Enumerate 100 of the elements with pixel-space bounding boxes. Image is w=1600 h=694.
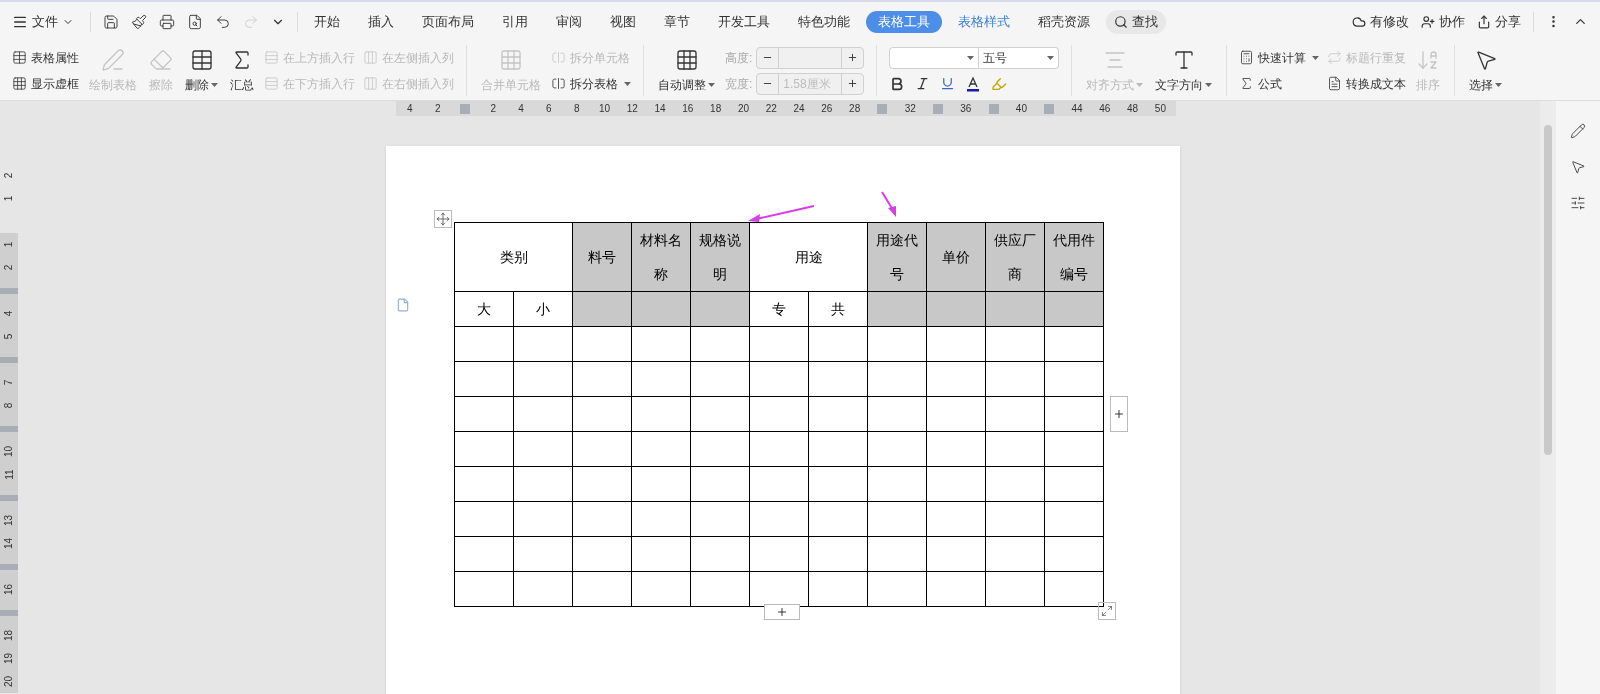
ruler-number: 1 [2,195,16,202]
table-cell [808,571,868,607]
table-cell [926,466,986,502]
plus-icon [847,52,859,63]
split-icon [551,76,566,91]
field-label: 高度: [725,49,753,67]
table-cell [572,466,632,502]
ribbon-tab[interactable]: 插入 [356,10,406,33]
table-cell [631,536,691,572]
ribbon-tab[interactable]: 稻壳资源 [1026,10,1102,33]
table-cell: 专 [749,291,809,327]
table-cell [749,536,809,572]
ribbon-button[interactable]: 快速计算 [1239,46,1320,69]
table-cell [926,326,986,362]
ruler-number: 14 [2,537,16,550]
ribbon-button[interactable]: 转换成文本 [1327,72,1407,95]
table-cell [631,431,691,467]
spinner-field[interactable] [756,46,865,69]
table-cell [926,396,986,432]
table-cell [513,571,573,607]
ruler-number: 40 [1014,102,1028,116]
ribbon-button[interactable]: 表格属性 [12,46,79,69]
ribbon-button[interactable]: 拆分表格 [551,72,631,95]
ribbon-button[interactable]: 删除 [179,41,224,100]
ruler-number: 8 [2,402,16,409]
ribbon-tab[interactable]: 页面布局 [410,10,486,33]
table-cell [985,361,1045,397]
ribbon-tab[interactable]: 视图 [598,10,648,33]
table-cell [631,361,691,397]
ruler-number: 46 [1098,102,1112,116]
ruler-number: 20 [736,102,750,116]
toolbar-action[interactable]: 有修改 [1352,11,1409,32]
table-cell [749,431,809,467]
table-cell [690,431,750,467]
table-cell [631,571,691,607]
table-cell [631,396,691,432]
pointer-icon[interactable] [1570,159,1586,175]
table-cell [454,396,514,432]
ruler-number: 24 [792,102,806,116]
table-cell [749,326,809,362]
ribbon-tab[interactable]: 开发工具 [706,10,782,33]
format-painter-icon[interactable] [131,13,147,30]
printer-icon[interactable] [159,13,175,30]
pencil-icon[interactable] [1570,123,1586,139]
eraser-icon [149,47,173,72]
ruler-number: 7 [2,379,16,386]
resize-handle-icon[interactable] [1098,602,1116,620]
ruler-number: 44 [1070,102,1084,116]
font-color-icon[interactable] [965,75,982,92]
caret-icon [967,55,975,60]
ribbon-button[interactable]: 汇总 [224,41,260,100]
ribbon-button[interactable]: 文字方向 [1149,41,1219,100]
settings-icon[interactable] [1570,195,1586,211]
table-cell [867,501,927,537]
grid-icon [674,47,699,72]
ruler-number: 1 [2,241,16,248]
add-column-button[interactable] [1110,396,1128,432]
ruler-marker [0,356,18,363]
ribbon-button[interactable]: 选择 [1463,41,1509,100]
table-cell [985,571,1045,607]
search-button[interactable]: 查找 [1106,9,1166,34]
table-cell [690,501,750,537]
table-cell: 类别 [454,222,573,292]
ruler-marker [0,287,18,294]
underline-icon[interactable] [940,76,956,91]
ribbon-button[interactable]: 自动调整 [652,41,721,100]
ribbon-button[interactable]: 公式 [1239,72,1320,95]
print-preview-icon[interactable] [187,13,203,30]
toolbar-action[interactable]: 协作 [1421,11,1465,32]
scrollbar-thumb[interactable] [1544,125,1552,455]
italic-icon[interactable] [915,76,931,91]
ribbon-tab[interactable]: 开始 [302,10,352,33]
user-icon [1421,14,1435,29]
table-cell [454,326,514,362]
move-handle-icon[interactable] [434,210,452,228]
ribbon-tab[interactable]: 审阅 [544,10,594,33]
ribbon-tab[interactable]: 特色功能 [786,10,862,33]
ribbon-tab[interactable]: 引用 [490,10,540,33]
ruler-number: 2 [2,172,16,179]
table-cell [749,466,809,502]
ruler-number: 19 [2,652,16,665]
font-size-select[interactable]: 五号 [979,46,1060,69]
table-cell [454,501,514,537]
save-icon[interactable] [103,13,119,30]
table-cell [572,501,632,537]
table-cell: 共 [808,291,868,327]
table-cell: 规格说明 [690,222,750,292]
add-row-button[interactable] [764,604,800,620]
file-menu[interactable]: 文件 [12,11,86,32]
table-cell [867,361,927,397]
grid-icon [12,76,27,91]
table-cell [867,466,927,502]
ribbon-tab[interactable]: 表格样式 [946,10,1022,33]
ribbon-button[interactable]: 显示虚框 [12,72,79,95]
caret-icon [1047,55,1055,60]
toolbar-action[interactable]: 分享 [1477,11,1521,32]
ruler-number: 10 [597,102,612,116]
undo-icon[interactable] [215,13,231,30]
ruler-number: 4 [2,310,16,317]
ribbon-tab[interactable]: 章节 [652,10,702,33]
